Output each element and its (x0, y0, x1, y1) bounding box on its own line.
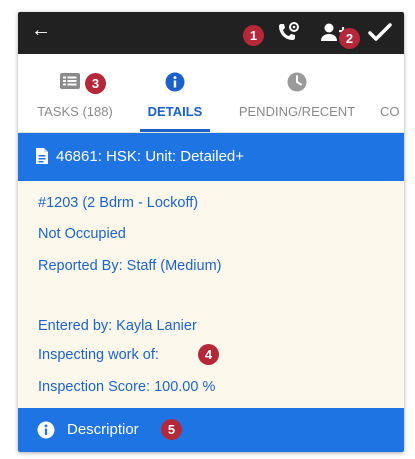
list-icon (59, 72, 81, 93)
checkmark-icon[interactable] (368, 22, 392, 47)
document-icon (35, 147, 49, 169)
tab-tasks-label: TASKS (188) (37, 104, 113, 119)
callout-badge-4: 4 (198, 344, 219, 365)
phone-settings-icon[interactable] (276, 21, 300, 48)
tab-co[interactable]: CO (380, 54, 404, 132)
reported-by: Reported By: Staff (Medium) (38, 258, 222, 274)
tab-tasks[interactable]: 3 TASKS (188) (18, 54, 132, 132)
app-frame: ← 1 2 3 TASKS (188) DETAILS PENDING/RECE… (18, 12, 404, 452)
callout-badge-3: 3 (85, 73, 106, 94)
tab-bar: 3 TASKS (188) DETAILS PENDING/RECENT CO (18, 54, 404, 133)
inspection-score: Inspection Score: 100.00 % (38, 379, 216, 395)
description-label: Descriptior (67, 421, 139, 438)
tab-pending-recent[interactable]: PENDING/RECENT (223, 54, 371, 132)
entered-by: Entered by: Kayla Lanier (38, 318, 197, 334)
tab-details[interactable]: DETAILS (132, 54, 218, 132)
work-order-header: 46861: HSK: Unit: Detailed+ (18, 133, 404, 181)
tab-co-label: CO (380, 104, 400, 119)
info-icon (165, 72, 185, 95)
arrow-left-icon[interactable]: ← (31, 17, 51, 43)
details-panel: #1203 (2 Bdrm - Lockoff) Not Occupied Re… (18, 181, 404, 408)
inspecting-work-of: Inspecting work of: (38, 347, 159, 363)
unit-label[interactable]: #1203 (2 Bdrm - Lockoff) (38, 195, 198, 211)
occupancy-status: Not Occupied (38, 226, 126, 242)
callout-badge-1: 1 (243, 25, 264, 46)
callout-badge-2: 2 (339, 28, 360, 49)
active-tab-indicator (140, 129, 210, 132)
callout-badge-5: 5 (161, 419, 182, 440)
description-section-header[interactable]: Descriptior 5 (18, 408, 404, 452)
tab-details-label: DETAILS (147, 104, 203, 119)
info-icon (37, 421, 55, 443)
top-app-bar: ← 1 2 (18, 12, 404, 54)
work-order-title: 46861: HSK: Unit: Detailed+ (56, 148, 245, 165)
tab-pending-recent-label: PENDING/RECENT (238, 104, 356, 119)
clock-icon (287, 72, 307, 95)
